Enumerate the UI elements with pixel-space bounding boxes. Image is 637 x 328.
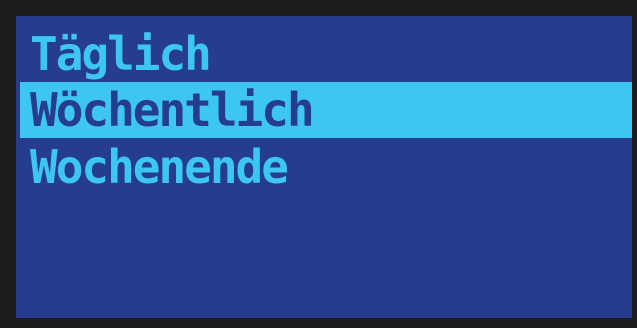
menu-item-label: Wöchentlich <box>30 83 315 137</box>
menu-item-label: Täglich <box>30 27 212 81</box>
display-frame: Täglich Wöchentlich Wochenende <box>0 0 637 328</box>
menu-panel: Täglich Wöchentlich Wochenende <box>16 16 632 318</box>
menu-item-taeglich[interactable]: Täglich <box>20 26 632 82</box>
menu-item-woechentlich[interactable]: Wöchentlich <box>20 82 632 138</box>
menu-item-label: Wochenende <box>30 140 289 194</box>
menu-item-wochenende[interactable]: Wochenende <box>20 139 632 195</box>
